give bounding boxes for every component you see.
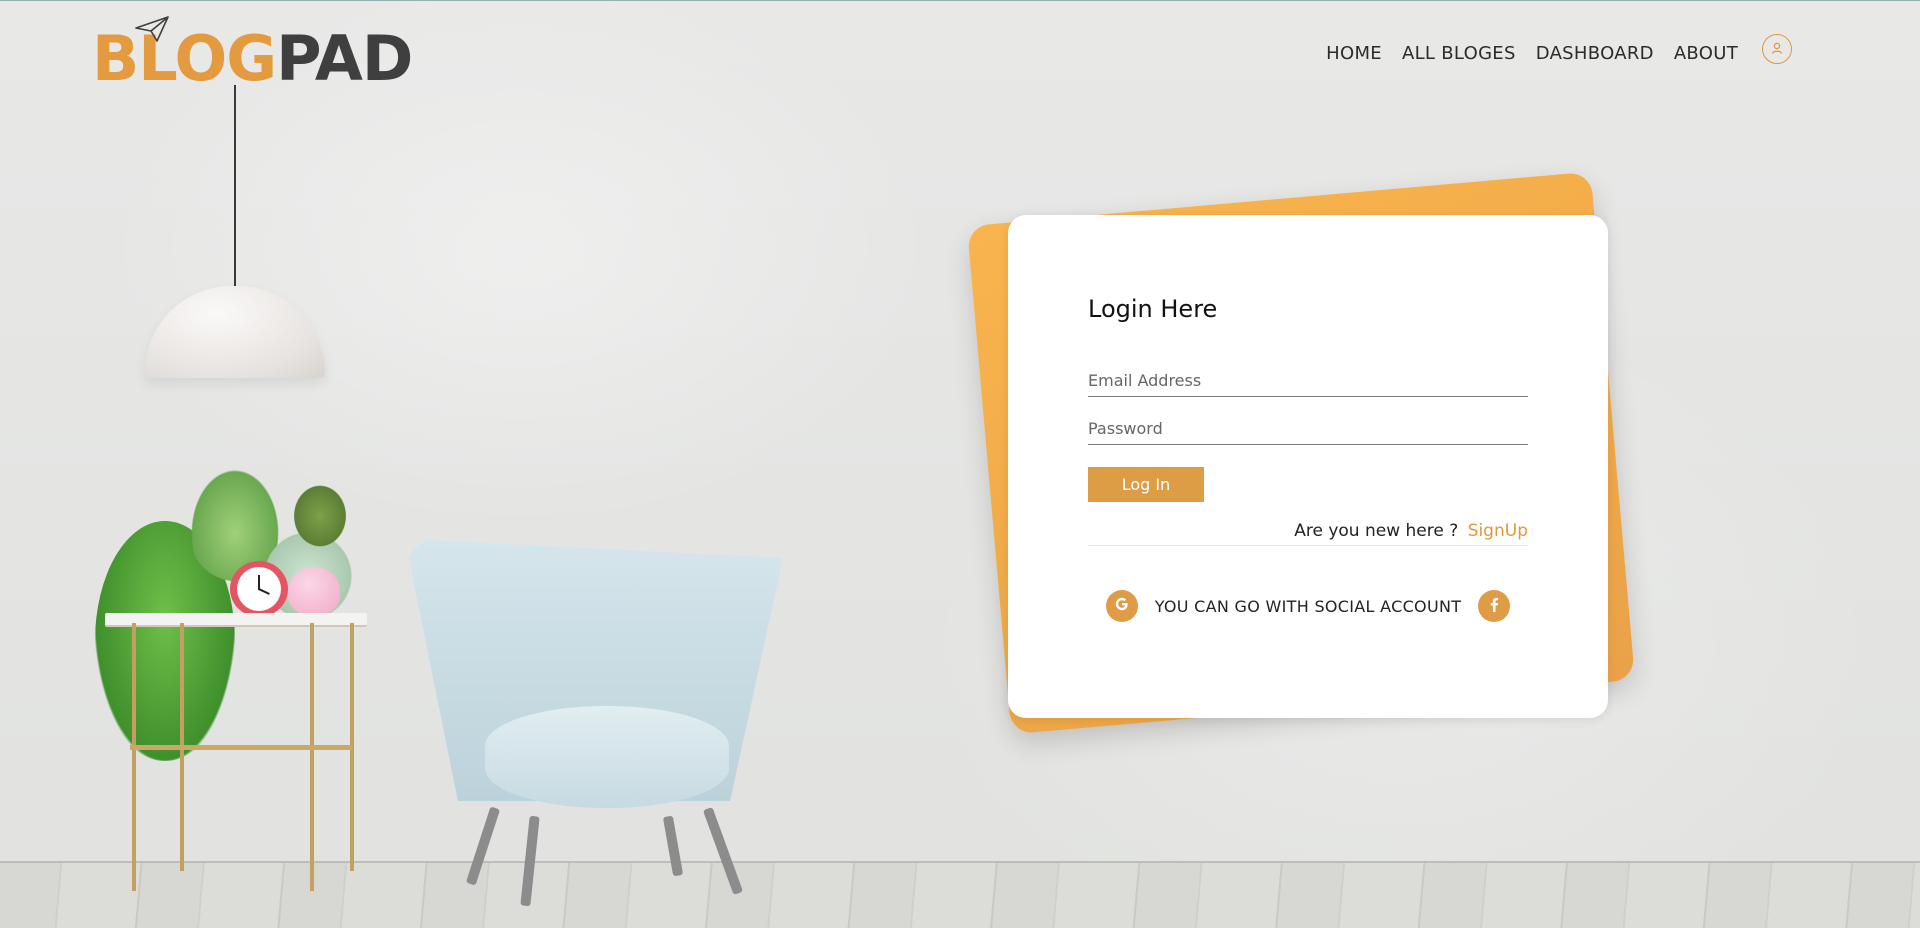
- login-title: Login Here: [1088, 295, 1218, 323]
- chair-seat: [485, 706, 729, 808]
- email-field[interactable]: [1088, 365, 1528, 397]
- table-leg: [132, 623, 136, 891]
- lamp-cord: [234, 85, 236, 289]
- brand-logo[interactable]: BLOG PAD: [92, 16, 413, 95]
- logo-text-pad: PAD: [276, 22, 413, 95]
- user-icon: [1770, 40, 1784, 59]
- nav-dashboard[interactable]: DASHBOARD: [1536, 43, 1654, 64]
- nav-about[interactable]: ABOUT: [1674, 43, 1738, 64]
- facebook-login-button[interactable]: [1477, 590, 1510, 622]
- main-nav: HOME ALL BLOGES DASHBOARD ABOUT: [1326, 34, 1792, 64]
- background-scene: [0, 0, 1920, 928]
- clock: [230, 561, 288, 617]
- paper-plane-icon: [135, 16, 169, 46]
- google-login-button[interactable]: [1106, 590, 1138, 622]
- logo-text-blog: BLOG: [92, 22, 277, 95]
- table-top: [105, 613, 367, 627]
- new-here-text: Are you new here ?: [1294, 521, 1459, 541]
- nav-all-bloges[interactable]: ALL BLOGES: [1402, 43, 1516, 64]
- floor: [0, 861, 1920, 928]
- cactus: [290, 481, 350, 551]
- google-icon: [1113, 595, 1131, 617]
- pink-vase: [288, 567, 340, 615]
- signup-prompt: Are you new here ? SignUp: [1088, 521, 1528, 546]
- clock-face: [237, 567, 281, 611]
- social-login-text: YOU CAN GO WITH SOCIAL ACCOUNT: [1154, 596, 1462, 616]
- login-button[interactable]: Log In: [1088, 467, 1204, 502]
- table-shelf: [130, 745, 352, 750]
- table-leg: [310, 623, 314, 891]
- social-login-row: YOU CAN GO WITH SOCIAL ACCOUNT: [1106, 590, 1510, 622]
- wall: [0, 1, 1920, 928]
- signup-link[interactable]: SignUp: [1468, 521, 1528, 541]
- user-account-button[interactable]: [1762, 34, 1792, 64]
- facebook-icon: [1486, 595, 1502, 617]
- nav-home[interactable]: HOME: [1326, 43, 1382, 64]
- login-card: Login Here Log In Are you new here ? Sig…: [1008, 215, 1608, 718]
- password-field[interactable]: [1088, 413, 1528, 445]
